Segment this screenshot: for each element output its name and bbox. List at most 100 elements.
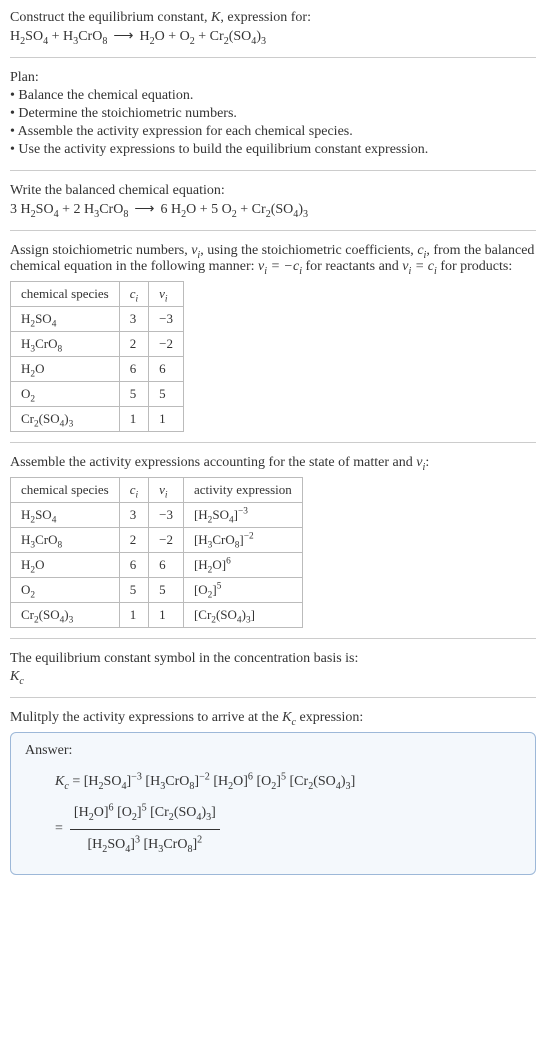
assign-p4: for reactants and	[302, 259, 402, 274]
species-o2: O2	[11, 578, 120, 603]
assign-p5: for products:	[437, 259, 512, 274]
table-row: chemical species ci νi activity expressi…	[11, 478, 303, 503]
section-symbol: The equilibrium constant symbol in the c…	[10, 638, 536, 697]
t2-h2: ci	[119, 478, 148, 503]
t1-r2c2: 2	[119, 332, 148, 357]
answer-label: Answer:	[25, 743, 521, 759]
assign-p1: Assign stoichiometric numbers,	[10, 243, 191, 258]
species-cr2so43: Cr2(SO4)3	[11, 603, 120, 628]
t2-h1: chemical species	[11, 478, 120, 503]
activity-o2: [O2]5	[183, 578, 302, 603]
species-h3cro8: H3CrO8	[11, 332, 120, 357]
species-h2o: H2O	[11, 553, 120, 578]
plan-bullet-2: • Determine the stoichiometric numbers.	[10, 106, 536, 122]
intro-line1: Construct the equilibrium constant, K, e…	[10, 10, 536, 26]
table-stoichiometric: chemical species ci νi H2SO4 3 −3 H3CrO8…	[10, 281, 184, 432]
t2-r5c3: 1	[149, 603, 184, 628]
plan-bullet-4: • Use the activity expressions to build …	[10, 142, 536, 158]
c-i-1: ci	[417, 243, 426, 258]
assemble-b: :	[425, 455, 429, 470]
table-row: Cr2(SO4)3 1 1 [Cr2(SO4)3]	[11, 603, 303, 628]
unbalanced-equation: H2SO4 + H3CrO8⟶H2O + O2 + Cr2(SO4)3	[10, 28, 536, 45]
species-h2so4: H2SO4	[11, 307, 120, 332]
assemble-a: Assemble the activity expressions accoun…	[10, 455, 416, 470]
plan-heading: Plan:	[10, 70, 536, 86]
plan-bullet-3: • Assemble the activity expression for e…	[10, 124, 536, 140]
kc-symbol-inline: Kc	[282, 710, 296, 725]
t2-h4: activity expression	[183, 478, 302, 503]
nu-i-1: νi	[191, 243, 200, 258]
multiply-p1: Mulitply the activity expressions to arr…	[10, 710, 282, 725]
t2-r2c2: 2	[119, 528, 148, 553]
table-row: H3CrO8 2 −2 [H3CrO8]−2	[11, 528, 303, 553]
t1-r4c2: 5	[119, 382, 148, 407]
t1-h2: ci	[119, 282, 148, 307]
activity-h2o: [H2O]6	[183, 553, 302, 578]
multiply-p2: expression:	[296, 710, 363, 725]
species-h2so4: H2SO4	[11, 503, 120, 528]
table-row: H2SO4 3 −3 [H2SO4]−3	[11, 503, 303, 528]
t2-r2c3: −2	[149, 528, 184, 553]
section-plan: Plan: • Balance the chemical equation. •…	[10, 57, 536, 170]
k-symbol: K	[211, 10, 220, 25]
answer-denominator: [H2SO4]3 [H3CrO8]2	[70, 830, 220, 861]
t1-r5c3: 1	[149, 407, 184, 432]
section-balanced: Write the balanced chemical equation: 3 …	[10, 170, 536, 230]
answer-equation: Kc = [H2SO4]−3 [H3CrO8]−2 [H2O]6 [O2]5 […	[25, 767, 521, 860]
table-row: H2O 6 6	[11, 357, 184, 382]
table-row: H2O 6 6 [H2O]6	[11, 553, 303, 578]
nu-i-2: νi	[416, 455, 425, 470]
table-row: Cr2(SO4)3 1 1	[11, 407, 184, 432]
species-o2: O2	[11, 382, 120, 407]
t2-r1c2: 3	[119, 503, 148, 528]
answer-numerator: [H2O]6 [O2]5 [Cr2(SO4)3]	[70, 798, 220, 830]
answer-fraction: [H2O]6 [O2]5 [Cr2(SO4)3] [H2SO4]3 [H3CrO…	[70, 798, 220, 861]
table-activity: chemical species ci νi activity expressi…	[10, 477, 303, 628]
activity-h2so4: [H2SO4]−3	[183, 503, 302, 528]
balanced-heading: Write the balanced chemical equation:	[10, 183, 536, 199]
section-assign: Assign stoichiometric numbers, νi, using…	[10, 230, 536, 442]
t1-r1c3: −3	[149, 307, 184, 332]
table-row: O2 5 5 [O2]5	[11, 578, 303, 603]
nu-eq-c: νi = ci	[402, 259, 437, 274]
t1-r2c3: −2	[149, 332, 184, 357]
answer-box: Answer: Kc = [H2SO4]−3 [H3CrO8]−2 [H2O]6…	[10, 732, 536, 875]
t1-r3c2: 6	[119, 357, 148, 382]
section-intro: Construct the equilibrium constant, K, e…	[10, 10, 536, 57]
species-cr2so43: Cr2(SO4)3	[11, 407, 120, 432]
t2-r5c2: 1	[119, 603, 148, 628]
symbol-line: The equilibrium constant symbol in the c…	[10, 651, 536, 667]
table-row: H3CrO8 2 −2	[11, 332, 184, 357]
t2-r1c3: −3	[149, 503, 184, 528]
intro-text-b: , expression for:	[220, 10, 311, 25]
t2-r4c2: 5	[119, 578, 148, 603]
multiply-text: Mulitply the activity expressions to arr…	[10, 710, 536, 726]
t2-r4c3: 5	[149, 578, 184, 603]
t1-h3: νi	[149, 282, 184, 307]
table-row: chemical species ci νi	[11, 282, 184, 307]
activity-h3cro8: [H3CrO8]−2	[183, 528, 302, 553]
assign-text: Assign stoichiometric numbers, νi, using…	[10, 243, 536, 275]
t1-r4c3: 5	[149, 382, 184, 407]
kc-symbol: Kc	[10, 669, 536, 685]
species-h2o: H2O	[11, 357, 120, 382]
t1-r3c3: 6	[149, 357, 184, 382]
table-row: O2 5 5	[11, 382, 184, 407]
t2-r3c2: 6	[119, 553, 148, 578]
section-multiply: Mulitply the activity expressions to arr…	[10, 697, 536, 885]
activity-cr2so43: [Cr2(SO4)3]	[183, 603, 302, 628]
assemble-text: Assemble the activity expressions accoun…	[10, 455, 536, 471]
nu-eq-neg-c: νi = −ci	[258, 259, 302, 274]
t2-r3c3: 6	[149, 553, 184, 578]
section-assemble: Assemble the activity expressions accoun…	[10, 442, 536, 638]
species-h3cro8: H3CrO8	[11, 528, 120, 553]
t2-h3: νi	[149, 478, 184, 503]
t1-r5c2: 1	[119, 407, 148, 432]
table-row: H2SO4 3 −3	[11, 307, 184, 332]
t1-h1: chemical species	[11, 282, 120, 307]
balanced-equation: 3 H2SO4 + 2 H3CrO8⟶6 H2O + 5 O2 + Cr2(SO…	[10, 201, 536, 218]
plan-bullet-1: • Balance the chemical equation.	[10, 88, 536, 104]
assign-p2: , using the stoichiometric coefficients,	[200, 243, 417, 258]
t1-r1c2: 3	[119, 307, 148, 332]
intro-text-a: Construct the equilibrium constant,	[10, 10, 211, 25]
